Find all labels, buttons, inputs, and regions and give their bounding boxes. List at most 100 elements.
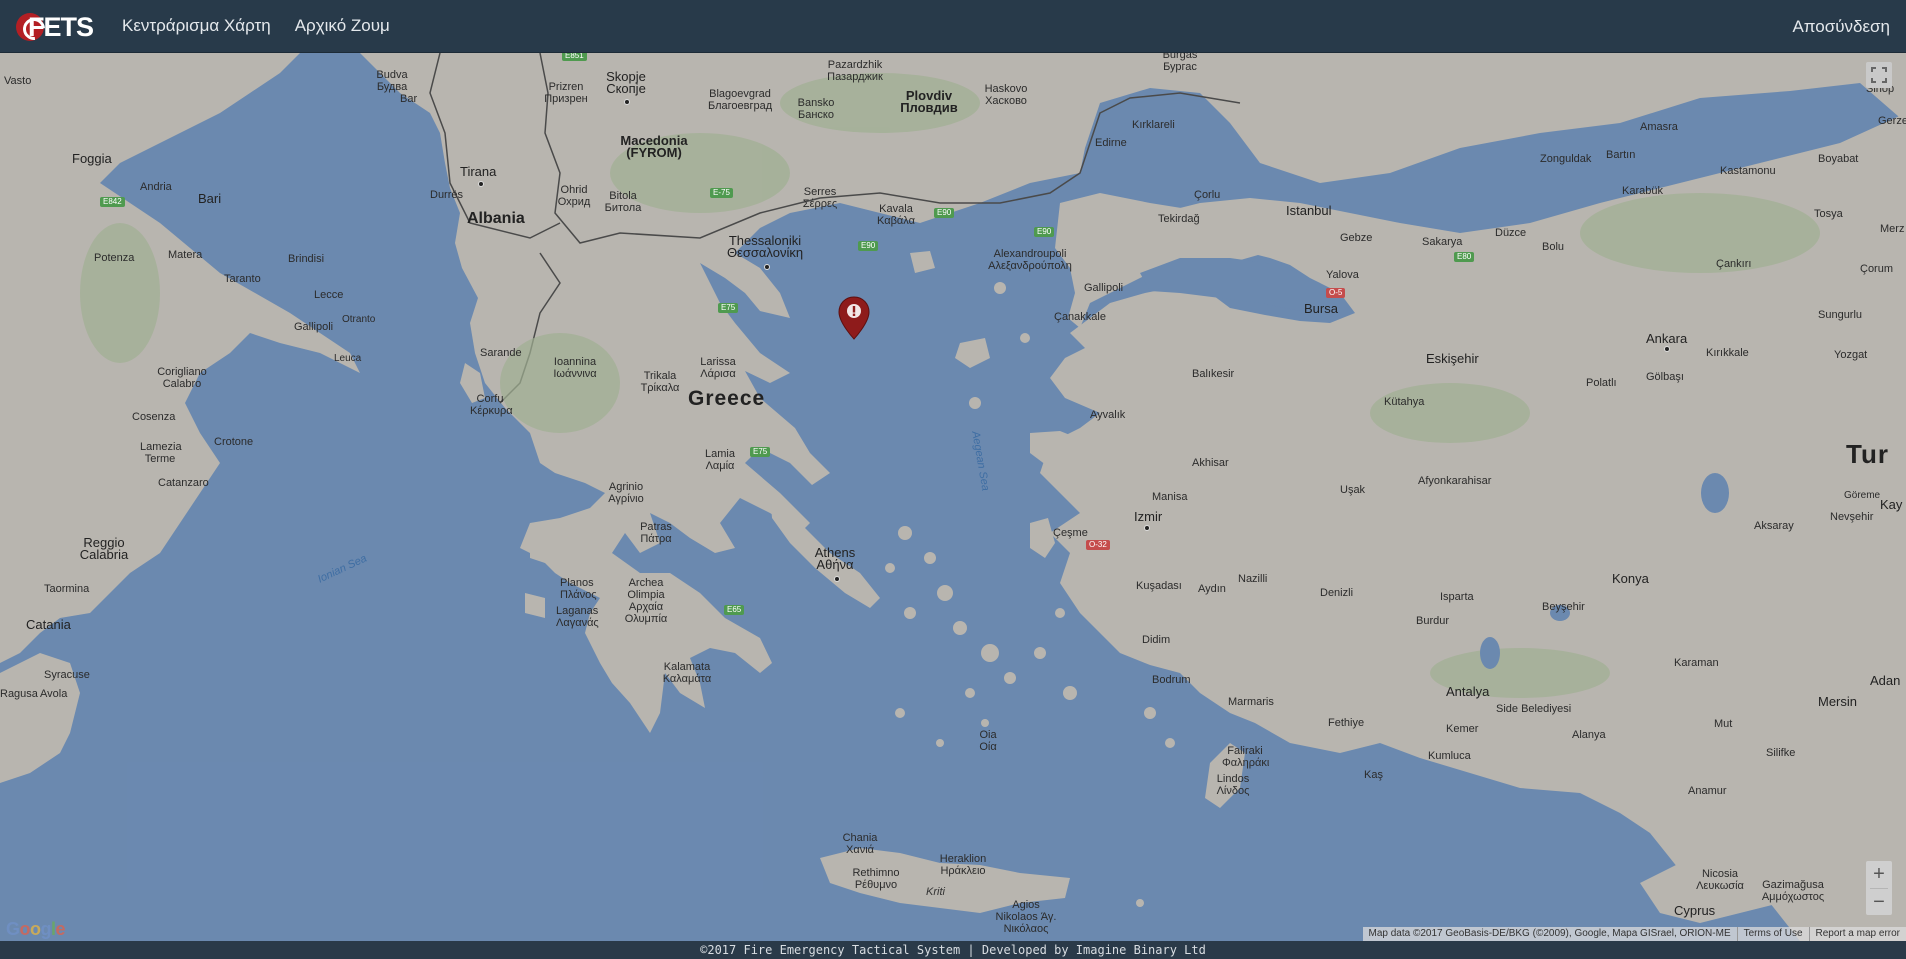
- label-balikesir: Balıkesir: [1192, 368, 1235, 380]
- logout-link[interactable]: Αποσύνδεση: [1792, 0, 1890, 53]
- label-amasra: Amasra: [1640, 121, 1678, 133]
- label-budva: Budva Будва: [376, 69, 408, 93]
- label-haskovo: Haskovo Хасково: [984, 83, 1028, 107]
- label-kirklareli: Kırklareli: [1132, 119, 1175, 131]
- label-cyprus: Cyprus: [1674, 903, 1716, 918]
- fets-logo[interactable]: FETS: [14, 9, 94, 43]
- road-shield: E851: [562, 53, 587, 61]
- label-tirana: Tirana: [460, 164, 497, 179]
- google-logo[interactable]: Google: [6, 919, 66, 940]
- label-cankiri: Çankırı: [1716, 258, 1752, 270]
- label-adana: Adan: [1870, 673, 1901, 688]
- label-corigliano: Corigliano Calabro: [157, 366, 207, 390]
- label-mut: Mut: [1714, 718, 1733, 730]
- label-macedonia: Macedonia (FYROM): [620, 133, 688, 160]
- label-tekirdag: Tekirdağ: [1158, 213, 1200, 225]
- label-izmir: Izmir: [1134, 509, 1163, 524]
- label-ayvalik: Ayvalık: [1090, 409, 1126, 421]
- zoom-control: + −: [1866, 861, 1892, 915]
- road-shield: E90: [1034, 227, 1055, 237]
- label-foggia: Foggia: [72, 151, 112, 166]
- label-archea-olimpia: Archea Olimpia Αρχαία Ολυμπία: [624, 577, 668, 625]
- terms-of-use-link[interactable]: Terms of Use: [1736, 927, 1809, 941]
- label-heraklion: Heraklion Ηράκλειο: [939, 853, 987, 877]
- label-reggio: Reggio Calabria: [79, 535, 129, 562]
- road-shield: E65: [724, 605, 745, 615]
- label-didim: Didim: [1142, 634, 1171, 646]
- label-avola: Avola: [40, 688, 68, 700]
- road-shield: E75: [718, 303, 739, 313]
- label-cesme: Çeşme: [1053, 527, 1088, 539]
- report-map-error-link[interactable]: Report a map error: [1808, 927, 1906, 941]
- alert-marker-icon: [838, 296, 870, 340]
- label-duzce: Düzce: [1495, 227, 1527, 239]
- road-shield: O-5: [1326, 288, 1346, 298]
- label-manisa: Manisa: [1152, 491, 1188, 503]
- map-land-layer: [0, 53, 1906, 941]
- label-potenza: Potenza: [94, 252, 135, 264]
- label-isparta: Isparta: [1440, 591, 1474, 603]
- label-burdur: Burdur: [1416, 615, 1450, 627]
- label-antalya: Antalya: [1446, 684, 1490, 699]
- label-kalamata: Kalamata Καλαμάτα: [662, 661, 712, 685]
- label-crotone: Crotone: [214, 436, 254, 448]
- zoom-out-button[interactable]: −: [1866, 889, 1892, 916]
- label-siracusa: Syracuse: [44, 669, 90, 681]
- label-zonguldak: Zonguldak: [1540, 153, 1592, 165]
- label-lecce: Lecce: [314, 289, 344, 301]
- road-shield: E90: [934, 208, 955, 218]
- label-golbasi: Gölbaşı: [1646, 371, 1684, 383]
- fullscreen-button[interactable]: [1866, 62, 1892, 88]
- label-taormina: Taormina: [44, 583, 90, 595]
- label-fethiye: Fethiye: [1328, 717, 1365, 729]
- label-laganas: Laganas Λαγανάς: [556, 605, 599, 629]
- label-corfu: Corfu Κέρκυρα: [470, 393, 513, 417]
- incident-marker[interactable]: [838, 296, 870, 340]
- google-logo-letter: G: [6, 919, 20, 939]
- label-bansko: Bansko Банско: [797, 97, 835, 121]
- label-sakarya: Sakarya: [1422, 236, 1463, 248]
- label-corum: Çorum: [1860, 263, 1894, 275]
- label-ankara: Ankara: [1646, 331, 1688, 346]
- center-map-link[interactable]: Κεντράρισμα Χάρτη: [122, 16, 271, 36]
- label-canakkale: Çanakkale: [1054, 311, 1106, 323]
- label-bar: Bar: [400, 93, 418, 105]
- label-afyonkarahisar: Afyonkarahisar: [1418, 475, 1492, 487]
- label-beysehir: Beyşehir: [1542, 601, 1585, 613]
- label-thessaloniki: Thessaloniki Θεσσαλονίκη: [726, 233, 804, 260]
- label-famagusta: Gazimağusa Αμμόχωστος: [1761, 879, 1825, 903]
- label-bitola: Bitola Битола: [604, 190, 642, 214]
- google-logo-letter: e: [55, 919, 66, 939]
- brand-logo[interactable]: FETS: [14, 0, 94, 53]
- label-goreme: Göreme: [1844, 490, 1881, 501]
- map-canvas[interactable]: Greece Albania Macedonia (FYROM) Tur Aeg…: [0, 53, 1906, 941]
- label-nicosia: Nicosia Λευκωσία: [1696, 868, 1744, 892]
- map-attribution: Map data ©2017 GeoBasis-DE/BKG (©2009), …: [1362, 927, 1906, 941]
- label-burgas: Burgas Бургас: [1162, 53, 1198, 73]
- label-alexandroupoli: Alexandroupoli Αλεξανδρούπολη: [988, 248, 1072, 272]
- label-kay: Kay: [1880, 497, 1903, 512]
- label-corlu: Çorlu: [1194, 189, 1221, 201]
- label-agios-nikolaos: Agios Nikolaos Άγ. Νικόλαος: [995, 899, 1057, 935]
- label-patras: Patras Πάτρα: [640, 521, 672, 545]
- label-plovdiv: Plovdiv Пловдив: [900, 88, 958, 115]
- label-taranto: Taranto: [224, 273, 261, 285]
- label-ragusa: Ragusa: [0, 688, 38, 700]
- label-kastamonu: Kastamonu: [1720, 165, 1776, 177]
- label-durres: Durrës: [430, 189, 464, 201]
- label-mersin: Mersin: [1818, 694, 1858, 709]
- label-matera: Matera: [168, 249, 203, 261]
- road-shield: E80: [1454, 252, 1475, 262]
- label-cosenza: Cosenza: [132, 411, 176, 423]
- label-eskisehir: Eskişehir: [1426, 351, 1479, 366]
- zoom-in-button[interactable]: +: [1866, 861, 1892, 888]
- label-lamezia: Lamezia Terme: [140, 441, 182, 465]
- label-istanbul: Istanbul: [1286, 203, 1332, 218]
- road-shield: O-32: [1086, 540, 1110, 550]
- label-catanzaro: Catanzaro: [158, 477, 209, 489]
- label-kutahya: Kütahya: [1384, 396, 1425, 408]
- label-albania: Albania: [467, 210, 525, 227]
- label-larissa: Larissa Λάρισα: [700, 356, 736, 380]
- initial-zoom-link[interactable]: Αρχικό Ζουμ: [295, 16, 390, 36]
- label-konya: Konya: [1612, 571, 1649, 586]
